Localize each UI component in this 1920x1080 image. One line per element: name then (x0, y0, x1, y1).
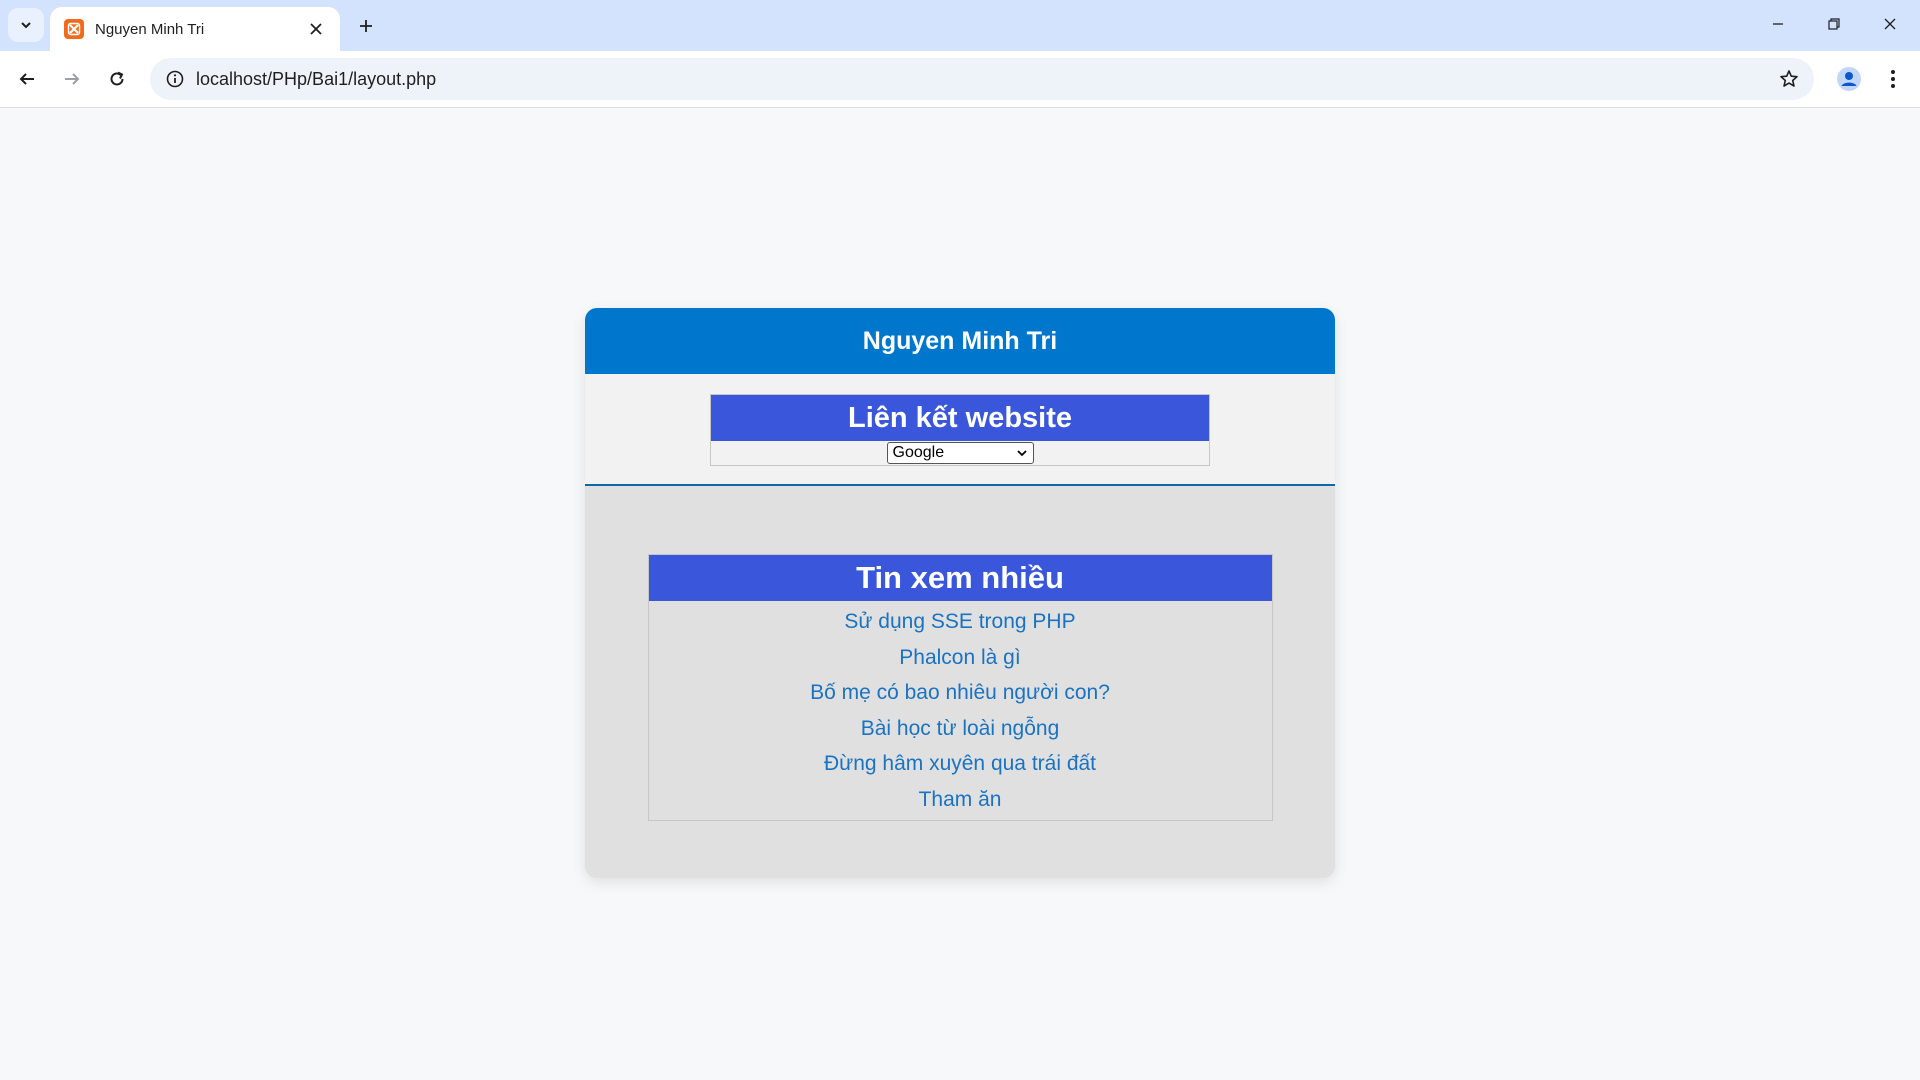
reload-button[interactable] (100, 62, 134, 96)
browser-toolbar: localhost/PHp/Bai1/layout.php (0, 51, 1920, 108)
news-link[interactable]: Bố mẹ có bao nhiêu người con? (810, 681, 1110, 704)
address-bar[interactable]: localhost/PHp/Bai1/layout.php (150, 58, 1814, 100)
new-tab-button[interactable] (352, 12, 380, 40)
layout-card: Nguyen Minh Tri Liên kết website Google … (585, 308, 1335, 878)
restore-icon (1828, 18, 1840, 30)
select-row: Google (711, 441, 1209, 465)
plus-icon (360, 20, 372, 32)
back-button[interactable] (10, 62, 44, 96)
links-box-title: Liên kết website (711, 395, 1209, 441)
close-window-button[interactable] (1862, 0, 1918, 48)
news-box-title: Tin xem nhiều (648, 555, 1272, 601)
kebab-menu-icon (1891, 70, 1895, 88)
reload-icon (110, 71, 124, 86)
restore-button[interactable] (1806, 0, 1862, 48)
close-icon (1884, 18, 1896, 30)
url-text[interactable]: localhost/PHp/Bai1/layout.php (196, 69, 436, 90)
tab-close-icon[interactable] (306, 19, 326, 39)
profile-button[interactable] (1832, 62, 1866, 96)
chevron-down-icon (1016, 450, 1027, 457)
links-box: Liên kết website Google (710, 394, 1210, 466)
bookmark-star-icon[interactable] (1774, 64, 1804, 94)
xampp-favicon-icon (64, 19, 84, 39)
news-section: Tin xem nhiều Sử dụng SSE trong PHP Phal… (585, 486, 1335, 821)
forward-button[interactable] (55, 62, 89, 96)
tab-title: Nguyen Minh Tri (95, 20, 205, 38)
news-link[interactable]: Phalcon là gì (899, 646, 1020, 669)
news-box: Tin xem nhiều Sử dụng SSE trong PHP Phal… (647, 554, 1273, 821)
news-link[interactable]: Sử dụng SSE trong PHP (844, 610, 1075, 633)
chevron-down-icon (21, 22, 31, 29)
arrow-left-icon (19, 73, 34, 85)
avatar-icon (1837, 67, 1861, 91)
news-link[interactable]: Tham ăn (919, 788, 1002, 811)
arrow-right-icon (65, 73, 80, 85)
news-link[interactable]: Đừng hâm xuyên qua trái đất (824, 752, 1096, 775)
list-item: Sử dụng SSE trong PHP (649, 605, 1272, 641)
site-info-icon[interactable] (160, 64, 190, 94)
list-item: Tham ăn (649, 783, 1272, 819)
website-select-value: Google (892, 444, 945, 461)
list-item: Bố mẹ có bao nhiêu người con? (649, 676, 1272, 712)
website-select[interactable]: Google (886, 442, 1034, 464)
browser-tabstrip: Nguyen Minh Tri (0, 0, 1920, 51)
browser-menu-button[interactable] (1876, 62, 1910, 96)
page-header-title: Nguyen Minh Tri (585, 308, 1335, 374)
news-link[interactable]: Bài học từ loài ngỗng (861, 717, 1060, 740)
page-viewport: Nguyen Minh Tri Liên kết website Google … (0, 108, 1920, 1077)
list-item: Bài học từ loài ngỗng (649, 712, 1272, 748)
list-item: Đừng hâm xuyên qua trái đất (649, 747, 1272, 783)
browser-tab[interactable]: Nguyen Minh Tri (50, 7, 340, 51)
news-list: Sử dụng SSE trong PHP Phalcon là gì Bố m… (649, 601, 1272, 820)
list-item: Phalcon là gì (649, 641, 1272, 677)
tab-search-button[interactable] (8, 8, 44, 42)
minimize-icon (1773, 23, 1783, 25)
link-section: Liên kết website Google (585, 374, 1335, 486)
minimize-button[interactable] (1750, 0, 1806, 48)
